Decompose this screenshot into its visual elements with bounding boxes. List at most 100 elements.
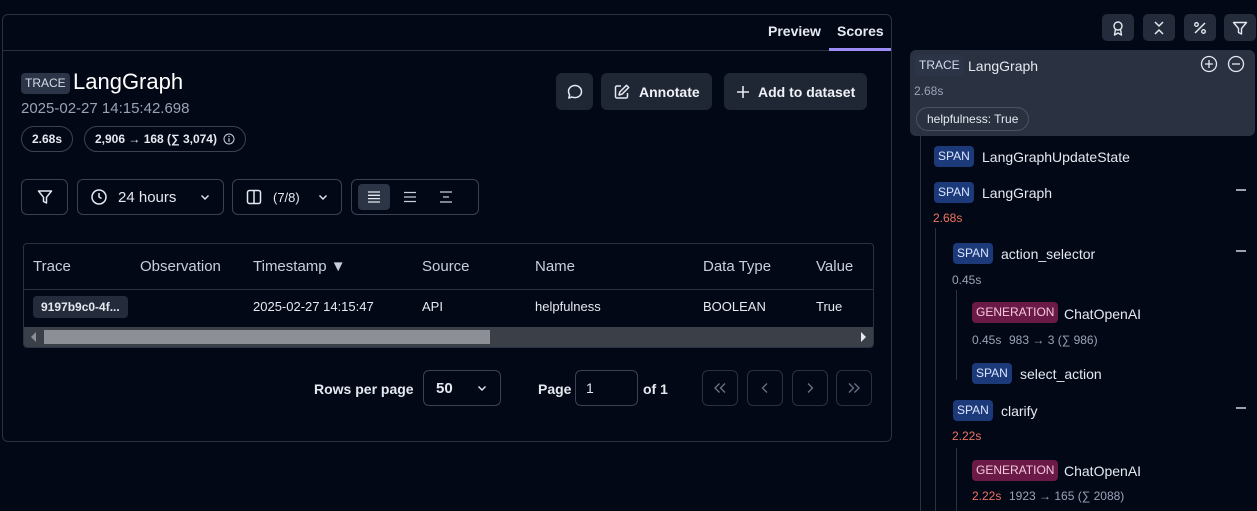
first-page-button[interactable] (702, 370, 738, 406)
source-cell: API (422, 299, 443, 314)
column-header-data-type[interactable]: Data Type (703, 258, 771, 275)
tree-guide-line (956, 448, 957, 511)
plus-icon (736, 85, 750, 99)
tree-node-duration: 2.22s (972, 489, 1002, 503)
score-badge: helpfulness: True (916, 107, 1030, 131)
collapse-node-icon[interactable] (1236, 407, 1246, 409)
span-badge: SPAN (953, 400, 993, 421)
annotate-label: Annotate (639, 83, 700, 100)
column-header-name[interactable]: Name (535, 258, 575, 275)
tree-node-name: LangGraphUpdateState (982, 149, 1130, 165)
trace-tree-root[interactable]: TRACE LangGraph 2.68s helpfulness: True (910, 50, 1255, 136)
chevron-down-icon (317, 191, 329, 203)
chevron-down-icon (199, 191, 211, 203)
clock-icon (90, 188, 108, 206)
data-type-cell: BOOLEAN (703, 299, 766, 314)
density-compact-button[interactable] (358, 184, 390, 210)
info-icon[interactable] (223, 133, 235, 145)
column-header-observation[interactable]: Observation (140, 258, 221, 275)
generation-badge: GENERATION (972, 302, 1059, 323)
add-to-dataset-label: Add to dataset (758, 83, 856, 100)
density-compact-icon (367, 191, 381, 203)
tree-root-duration: 2.68s (914, 84, 944, 98)
tab-scores[interactable]: Scores (829, 15, 891, 51)
scroll-right-arrow[interactable] (861, 332, 866, 342)
tree-node-duration: 2.22s (952, 429, 982, 443)
rows-per-page-select[interactable]: 50 (423, 370, 501, 406)
tab-preview[interactable]: Preview (768, 15, 821, 51)
tree-node-duration: 0.45s (972, 333, 1002, 347)
page-title: LangGraph (73, 69, 184, 94)
horizontal-scrollbar[interactable] (24, 327, 873, 347)
chevrons-right-icon (847, 382, 861, 394)
span-badge: SPAN (953, 243, 993, 264)
column-header-value[interactable]: Value (816, 258, 853, 275)
column-header-trace[interactable]: Trace (33, 258, 71, 275)
collapse-all-button[interactable] (1143, 14, 1175, 41)
span-badge: SPAN (972, 363, 1012, 384)
table-header-divider (24, 289, 873, 290)
next-page-button[interactable] (792, 370, 828, 406)
tree-guide-line (920, 136, 921, 511)
page-total-label: of 1 (643, 381, 668, 397)
tree-node-duration: 0.45s (952, 273, 982, 287)
expand-all-icon[interactable] (1200, 55, 1218, 73)
time-range-value: 24 hours (118, 188, 177, 206)
comment-icon (566, 83, 584, 101)
columns-select[interactable]: (7/8) (232, 179, 342, 215)
tree-node-tokens: 1923 → 165 (∑ 2088) (1009, 489, 1125, 503)
name-cell: helpfulness (535, 299, 601, 314)
time-range-select[interactable]: 24 hours (77, 179, 224, 215)
chevrons-collapse-icon (1152, 20, 1166, 36)
trace-badge: TRACE (915, 55, 964, 76)
page-number-input[interactable] (575, 370, 638, 406)
token-usage-badge: 2,906 → 168 (∑ 3,074) (84, 126, 246, 152)
column-header-timestamp[interactable]: Timestamp ▼ (253, 258, 346, 275)
latency-badge: 2.68s (21, 126, 74, 152)
comment-button[interactable] (556, 73, 593, 110)
span-badge: SPAN (934, 146, 974, 167)
collapse-icon[interactable] (1227, 55, 1245, 73)
percent-icon (1192, 20, 1208, 36)
tree-node-name: LangGraph (982, 185, 1053, 201)
tree-node-name: ChatOpenAI (1064, 463, 1142, 479)
tab-bar: Preview Scores (3, 15, 891, 51)
collapse-node-icon[interactable] (1236, 189, 1246, 191)
span-badge: SPAN (934, 182, 974, 203)
trace-timestamp: 2025-02-27 14:15:42.698 (21, 100, 190, 117)
trace-badge: TRACE (21, 73, 70, 94)
filter-icon (1232, 20, 1248, 36)
page-label: Page (538, 381, 572, 397)
trace-id-cell[interactable]: 9197b9c0-4f... (33, 296, 128, 318)
tree-guide-line (956, 290, 957, 380)
scores-table: Trace Observation Timestamp ▼ Source Nam… (23, 243, 874, 348)
scrollbar-thumb[interactable] (44, 330, 490, 344)
chevrons-left-icon (713, 382, 727, 394)
tree-filter-button[interactable] (1224, 14, 1256, 41)
collapse-node-icon[interactable] (1236, 250, 1246, 252)
value-cell: True (816, 299, 843, 314)
tree-node-tokens: 983 → 3 (∑ 986) (1009, 333, 1098, 347)
add-to-dataset-button[interactable]: Add to dataset (724, 73, 868, 110)
scores-panel: Preview Scores TRACE LangGraph 2025-02-2… (2, 14, 892, 442)
annotate-button[interactable]: Annotate (601, 73, 712, 110)
generation-badge: GENERATION (972, 460, 1059, 481)
density-spacious-icon (439, 191, 453, 203)
filter-button[interactable] (21, 179, 68, 215)
chevron-left-icon (760, 382, 770, 394)
last-page-button[interactable] (836, 370, 872, 406)
density-normal-button[interactable] (394, 184, 426, 210)
column-header-source[interactable]: Source (422, 258, 470, 275)
award-button[interactable] (1102, 14, 1134, 41)
previous-page-button[interactable] (747, 370, 783, 406)
tree-node-name: ChatOpenAI (1064, 306, 1142, 322)
award-icon (1110, 20, 1126, 36)
scroll-left-arrow[interactable] (31, 332, 36, 342)
density-normal-icon (403, 191, 417, 203)
columns-count: (7/8) (273, 189, 300, 205)
percentage-button[interactable] (1184, 14, 1216, 41)
density-spacious-button[interactable] (430, 184, 462, 210)
tree-node-duration: 2.68s (933, 211, 963, 225)
chevron-right-icon (805, 382, 815, 394)
timestamp-cell: 2025-02-27 14:15:47 (253, 299, 374, 314)
